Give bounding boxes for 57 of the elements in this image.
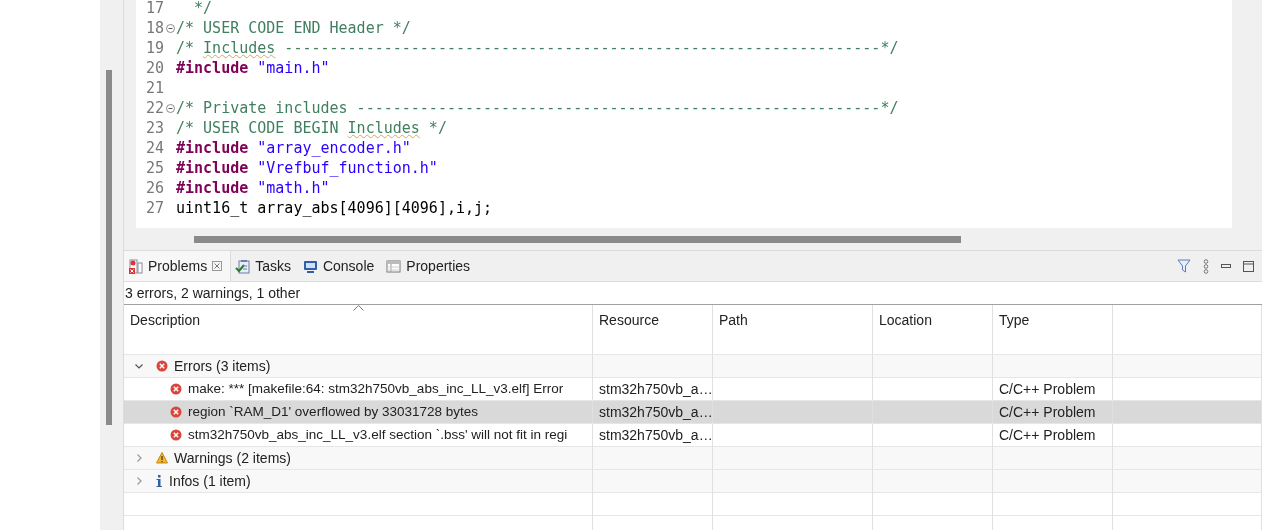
line-number: 22 [144,98,164,118]
code-line: #include "main.h" [176,58,330,78]
line-number: 21 [144,78,164,98]
info-icon [156,475,163,487]
problem-row[interactable]: region `RAM_D1' overflowed by 33031728 bytes stm32h750vb_a… C/C++ Problem [124,400,1262,423]
collapse-icon[interactable] [165,103,175,113]
code-line: /* Includes ------------------------------------------------------------------*/ [176,38,899,58]
error-icon [170,429,182,441]
error-icon [156,360,168,372]
table-cell: stm32h750vb_a… [593,400,713,423]
code-line: #include "Vrefbuf_function.h" [176,158,438,178]
code-line: */ [193,0,213,18]
error-icon [170,383,182,395]
warning-icon [156,452,168,464]
panel-tab[interactable]: Console [298,251,383,281]
table-icon [386,258,402,274]
sort-caret-icon [353,305,364,311]
maximize-icon[interactable] [1243,260,1254,272]
code-line: #include "math.h" [176,178,330,198]
tree-item[interactable]: Errors (3 items) [124,354,593,377]
vertical-scrollbar[interactable] [106,70,112,425]
collapse-chevron-icon[interactable] [134,361,144,371]
tree-item[interactable]: Infos (1 item) [124,469,593,492]
error-icon [170,406,182,418]
line-number: 23 [144,118,164,138]
monitor-icon [302,258,318,274]
line-number: 27 [144,198,164,218]
code-line: /* Private includes ----------------------------------------------------------*/ [176,98,899,118]
code-line: /* USER CODE END Header */ [176,18,411,38]
code-line: uint16_t array_abs[4096][4096],i,j; [176,198,493,218]
problems-summary: 3 errors, 2 warnings, 1 other [124,282,1262,305]
collapse-icon[interactable] [165,23,175,33]
minimize-icon[interactable] [1221,264,1231,268]
panel-tab[interactable]: Properties [382,251,479,281]
horizontal-scrollbar[interactable] [194,235,961,243]
more-icon[interactable] [1203,258,1209,274]
table-cell: region `RAM_D1' overflowed by 33031728 bytes [124,400,593,423]
line-number: 24 [144,138,164,158]
line-number: 20 [144,58,164,78]
expand-chevron-icon[interactable] [134,453,144,463]
line-number: 26 [144,178,164,198]
panel-tab[interactable]: Tasks [231,251,299,281]
code-line: #include "array_encoder.h" [176,138,411,158]
table-cell: C/C++ Problem [993,400,1113,423]
code-line: /* USER CODE BEGIN Includes */ [176,118,447,138]
line-number: 19 [144,38,164,58]
line-number: 18 [144,18,164,38]
code-editor[interactable] [136,0,1232,228]
filter-icon[interactable] [1177,258,1191,274]
problems-icon [128,258,143,274]
tree-item[interactable]: Warnings (2 items) [124,446,593,469]
line-number: 25 [144,158,164,178]
close-icon[interactable] [212,261,223,271]
line-number: 17 [144,0,164,18]
expand-chevron-icon[interactable] [134,476,144,486]
panel-tab[interactable]: Problems [124,251,232,281]
clipboard-icon [235,258,251,274]
